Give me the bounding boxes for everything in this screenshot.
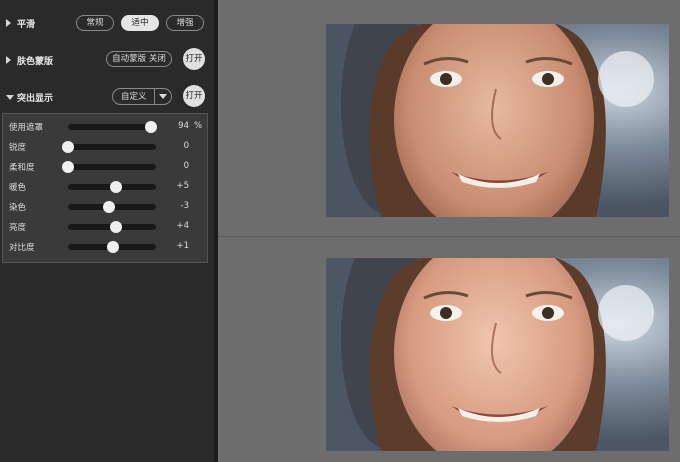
highlight-toggle-button[interactable]: 打开	[183, 85, 205, 107]
slider-row-sharpness: 锐度 0	[3, 137, 209, 157]
slider-label: 对比度	[9, 243, 35, 253]
portrait-image-before	[326, 24, 669, 217]
before-photo	[326, 24, 669, 217]
dropdown-separator	[154, 89, 155, 104]
slider-value: 0	[183, 141, 189, 151]
slider-thumb[interactable]	[109, 221, 122, 233]
skin-mask-toggle-button[interactable]: 打开	[183, 48, 205, 70]
slider-row-warmth: 暖色 +5	[3, 177, 209, 197]
auto-mask-button[interactable]: 自动蒙版 关闭	[106, 51, 172, 67]
slider-label: 暖色	[9, 183, 27, 193]
smoothing-option-strong[interactable]: 增强	[166, 15, 204, 31]
section-title-smoothing: 平滑	[17, 20, 36, 30]
slider-track[interactable]	[68, 241, 156, 253]
adjustment-panel: 平滑 常规 适中 增强 肤色蒙版 自动蒙版 关闭 打开 突出显示 自定义 打开 …	[0, 0, 214, 462]
slider-label: 柔和度	[9, 163, 35, 173]
section-title-highlight: 突出显示	[17, 94, 54, 104]
collapse-arrow-icon[interactable]	[6, 19, 11, 27]
slider-label: 锐度	[9, 143, 27, 153]
slider-value: +5	[176, 181, 189, 191]
slider-value: +1	[176, 241, 189, 251]
slider-track[interactable]	[68, 221, 156, 233]
after-photo	[326, 258, 669, 451]
slider-value: 94	[178, 121, 189, 131]
slider-row-mask: 使用遮罩 94 %	[3, 117, 209, 137]
slider-value: 0	[183, 161, 189, 171]
highlight-sliders: 使用遮罩 94 % 锐度 0 柔和度 0 暖色 +5 染色 -3 亮度 +4 对…	[2, 113, 208, 263]
preview-area	[218, 0, 680, 462]
slider-row-softness: 柔和度 0	[3, 157, 209, 177]
smoothing-option-normal[interactable]: 常规	[76, 15, 114, 31]
slider-track[interactable]	[62, 161, 156, 173]
slider-value: -3	[180, 201, 189, 211]
slider-thumb[interactable]	[110, 181, 123, 193]
skin-mask-section: 肤色蒙版 自动蒙版 关闭 打开	[0, 48, 214, 72]
slider-track[interactable]	[62, 141, 156, 153]
slider-track[interactable]	[68, 201, 156, 213]
slider-unit: %	[194, 121, 203, 131]
slider-row-brightness: 亮度 +4	[3, 217, 209, 237]
expand-arrow-icon[interactable]	[6, 95, 14, 100]
section-title-skin-mask: 肤色蒙版	[17, 57, 54, 67]
slider-label: 染色	[9, 203, 27, 213]
smoothing-option-medium[interactable]: 适中	[121, 15, 159, 31]
slider-value: +4	[176, 221, 189, 231]
slider-track[interactable]	[68, 181, 156, 193]
preset-dropdown[interactable]: 自定义	[112, 88, 172, 105]
highlight-section: 突出显示 自定义 打开	[0, 85, 214, 109]
slider-row-tint: 染色 -3	[3, 197, 209, 217]
slider-thumb[interactable]	[103, 201, 116, 213]
smoothing-section: 平滑 常规 适中 增强	[0, 11, 214, 35]
portrait-image-after	[326, 258, 669, 451]
slider-thumb[interactable]	[62, 161, 74, 173]
slider-track[interactable]	[68, 121, 157, 133]
slider-thumb[interactable]	[144, 121, 157, 133]
slider-label: 亮度	[9, 223, 27, 233]
chevron-down-icon[interactable]	[159, 94, 167, 99]
slider-label: 使用遮罩	[9, 123, 44, 133]
slider-thumb[interactable]	[106, 241, 119, 253]
preset-value: 自定义	[121, 92, 147, 102]
slider-thumb[interactable]	[62, 141, 74, 153]
collapse-arrow-icon[interactable]	[6, 56, 11, 64]
slider-row-contrast: 对比度 +1	[3, 237, 209, 257]
preview-separator	[218, 236, 680, 237]
